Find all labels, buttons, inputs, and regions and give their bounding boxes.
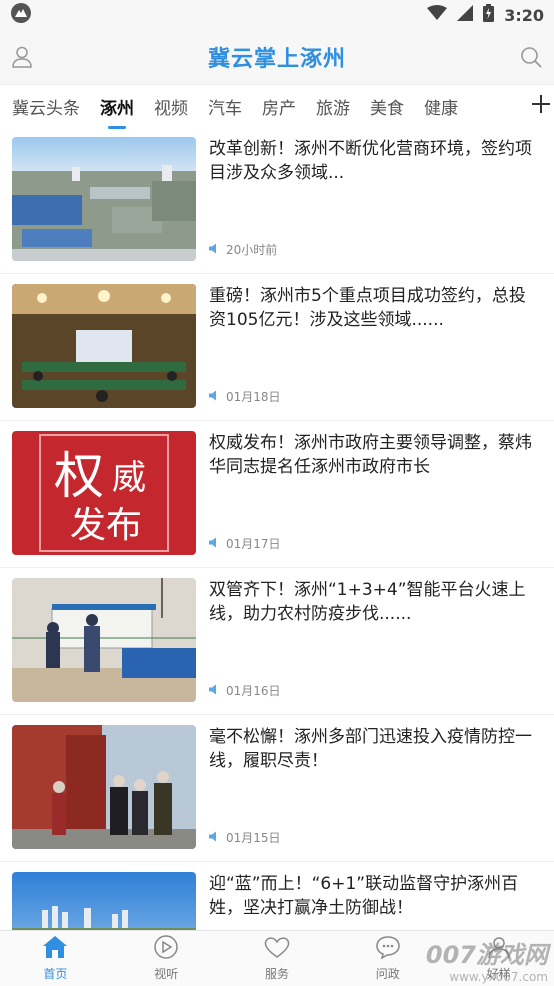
news-title: 毫不松懈！涿州多部门迅速投入疫情防控一线，履职尽责！ (209, 727, 532, 771)
news-time: 01月18日 (226, 390, 281, 404)
user-profile-icon[interactable] (12, 46, 32, 72)
battery-icon (483, 4, 495, 26)
nav-inquiry[interactable]: 问政 (332, 931, 443, 986)
home-icon (42, 935, 68, 962)
speaker-icon (209, 684, 220, 698)
banner-char-3: 发布 (70, 505, 142, 546)
news-meta: 01月18日 (209, 388, 281, 405)
nav-label: 服务 (264, 967, 289, 981)
news-list: 改革创新！涿州不断优化营商环境，签约项目涉及众多领域... 20小时前 重磅！涿… (0, 127, 554, 931)
news-meta: 01月17日 (209, 535, 281, 552)
tab-video[interactable]: 视频 (154, 94, 188, 119)
news-title: 改革创新！涿州不断优化营商环境，签约项目涉及众多领域... (209, 139, 532, 183)
tab-real-estate[interactable]: 房产 (262, 94, 296, 119)
heart-icon (263, 935, 291, 962)
news-meta: 01月15日 (209, 829, 281, 846)
tab-food[interactable]: 美食 (370, 94, 404, 119)
user-icon (487, 935, 511, 962)
add-channel-icon[interactable] (530, 93, 552, 115)
channel-tabs: 冀云头条 涿州 视频 汽车 房产 旅游 美食 健康 (0, 85, 554, 127)
news-title: 权威发布！涿州市政府主要领导调整，蔡炜华同志提名任涿州市政府市长 (209, 433, 532, 477)
news-item[interactable]: 权 威 发布 权威发布！涿州市政府主要领导调整，蔡炜华同志提名任涿州市政府市长 … (0, 421, 554, 568)
news-title: 双管齐下！涿州“1+3+4”智能平台火速上线，助力农村防疫步伐...... (209, 580, 526, 624)
news-title: 迎“蓝”而上！“6+1”联动监督守护涿州百姓，坚决打赢净土防御战！ (209, 874, 519, 918)
authority-release-banner: 权 威 发布 (12, 431, 196, 555)
news-time: 01月15日 (226, 831, 281, 845)
news-item[interactable]: 重磅！涿州市5个重点项目成功签约，总投资105亿元！涉及这些领域...... 0… (0, 274, 554, 421)
banner-char-2: 威 (112, 458, 146, 498)
app-header: 冀云掌上涿州 (0, 30, 554, 85)
news-time: 01月16日 (226, 684, 281, 698)
news-meta: 01月16日 (209, 682, 281, 699)
street-inspection-thumbnail (12, 725, 196, 849)
news-item[interactable]: 毫不松懈！涿州多部门迅速投入疫情防控一线，履职尽责！ 01月15日 (0, 715, 554, 862)
news-item[interactable]: 改革创新！涿州不断优化营商环境，签约项目涉及众多领域... 20小时前 (0, 127, 554, 274)
city-skyline-thumbnail (12, 872, 196, 931)
nav-label: 问政 (375, 967, 400, 981)
play-icon (153, 935, 179, 962)
news-time: 20小时前 (226, 243, 278, 257)
wifi-icon (427, 5, 448, 25)
nav-home[interactable]: 首页 (0, 931, 111, 986)
nav-label: 首页 (43, 967, 68, 981)
speaker-icon (209, 390, 220, 404)
aerial-industrial-park-thumbnail (12, 137, 196, 261)
tab-auto[interactable]: 汽车 (208, 94, 242, 119)
conference-hall-thumbnail (12, 284, 196, 408)
nav-profile[interactable]: 好样 (443, 931, 554, 986)
search-icon[interactable] (520, 46, 542, 72)
village-checkpoint-thumbnail (12, 578, 196, 702)
tab-travel[interactable]: 旅游 (316, 94, 350, 119)
banner-char-1: 权 (54, 447, 104, 505)
nav-media[interactable]: 视听 (111, 931, 222, 986)
status-bar: 3:20 (0, 0, 554, 30)
speaker-icon (209, 537, 220, 551)
status-time: 3:20 (504, 5, 544, 25)
signal-icon (457, 5, 474, 25)
news-title: 重磅！涿州市5个重点项目成功签约，总投资105亿元！涉及这些领域...... (209, 286, 526, 330)
tab-jiyun-headlines[interactable]: 冀云头条 (12, 94, 80, 119)
tab-zhuozhou[interactable]: 涿州 (100, 94, 134, 119)
nav-label: 视听 (154, 967, 179, 981)
speaker-icon (209, 831, 220, 845)
news-meta: 20小时前 (209, 241, 277, 258)
speaker-icon (209, 243, 220, 257)
news-item[interactable]: 迎“蓝”而上！“6+1”联动监督守护涿州百姓，坚决打赢净土防御战！ (0, 862, 554, 931)
chat-icon (375, 935, 401, 962)
tab-health[interactable]: 健康 (424, 94, 458, 119)
news-time: 01月17日 (226, 537, 281, 551)
nav-service[interactable]: 服务 (222, 931, 333, 986)
nav-label: 好样 (486, 967, 511, 981)
app-notification-icon (10, 2, 32, 28)
bottom-nav: 首页 视听 服务 问政 好样 (0, 930, 554, 986)
news-item[interactable]: 双管齐下！涿州“1+3+4”智能平台火速上线，助力农村防疫步伐...... 01… (0, 568, 554, 715)
page-title: 冀云掌上涿州 (207, 47, 346, 72)
